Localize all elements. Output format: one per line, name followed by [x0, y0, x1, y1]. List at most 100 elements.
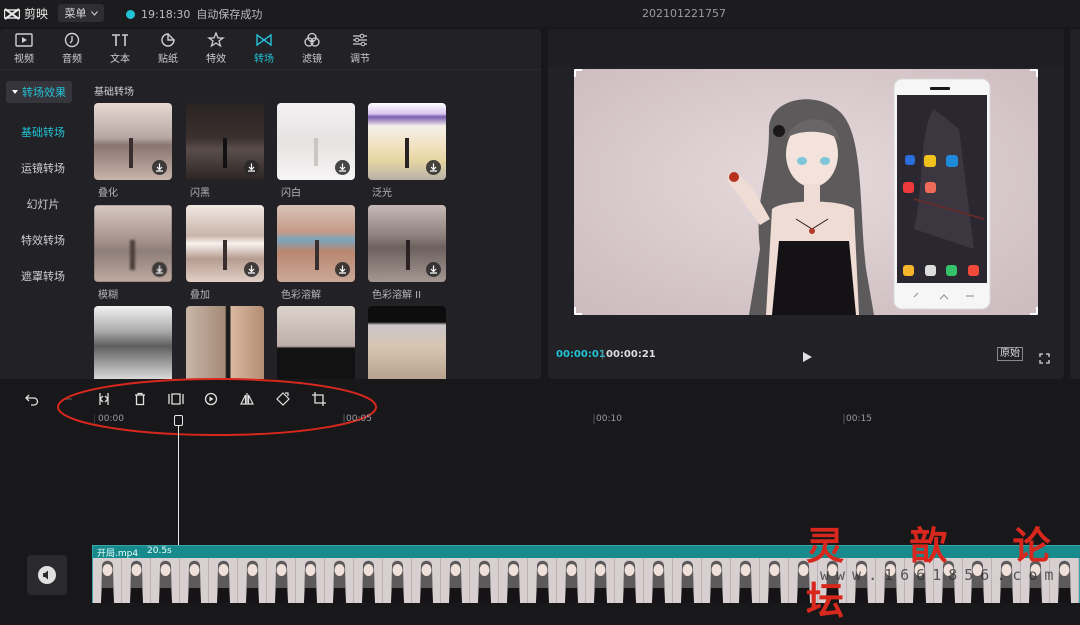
menu-button[interactable]: 菜单: [58, 4, 104, 22]
filter-icon: [304, 32, 320, 47]
sidebar-item-transition-effects[interactable]: 转场效果: [6, 81, 72, 103]
speaker-icon: [38, 566, 56, 584]
filmstrip-frame: [354, 558, 383, 603]
filmstrip-frame: [209, 558, 238, 603]
capcut-logo-icon: [4, 7, 20, 20]
thumbnail: [277, 103, 355, 180]
transition-thumb-row3-1[interactable]: [94, 306, 172, 379]
playhead-handle[interactable]: [174, 415, 183, 426]
preview-image: [574, 69, 1038, 315]
filmstrip-frame: [644, 558, 673, 603]
timeline-ruler[interactable]: [94, 412, 1080, 426]
filmstrip-frame: [557, 558, 586, 603]
transition-icon: [256, 33, 272, 47]
transition-thumb-row3-3[interactable]: [277, 306, 355, 379]
thumbnail: [368, 103, 446, 180]
mute-track-button[interactable]: [27, 555, 67, 595]
thumbnail: [368, 205, 446, 282]
text-icon: [112, 34, 128, 46]
filmstrip-frame: [615, 558, 644, 603]
undo-button[interactable]: [25, 391, 39, 410]
transition-thumb-dissolve[interactable]: [94, 103, 172, 180]
download-icon[interactable]: [244, 160, 259, 175]
filmstrip-frame: [673, 558, 702, 603]
preview-canvas[interactable]: [574, 69, 1038, 315]
transition-thumb-color-dissolve-2[interactable]: [368, 205, 446, 282]
sidebar-item-basic[interactable]: 基础转场: [0, 124, 86, 140]
chevron-down-icon: [90, 10, 98, 16]
sidebar-item-effect-transition[interactable]: 特效转场: [0, 232, 86, 248]
tab-text[interactable]: 文本: [96, 29, 144, 69]
filmstrip-frame: [93, 558, 122, 603]
filmstrip-frame: [383, 558, 412, 603]
divider: [0, 69, 541, 70]
tab-label: 调节: [350, 54, 370, 65]
save-text: 自动保存成功: [196, 8, 263, 21]
tab-filter[interactable]: 滤镜: [288, 29, 336, 69]
sidebar-item-camera[interactable]: 运镜转场: [0, 160, 86, 176]
tab-adjust[interactable]: 调节: [336, 29, 384, 69]
menu-label: 菜单: [64, 7, 87, 20]
filmstrip-frame: [180, 558, 209, 603]
tab-sticker[interactable]: 贴纸: [144, 29, 192, 69]
sidebar-item-slideshow[interactable]: 幻灯片: [0, 196, 86, 212]
transition-thumb-row3-2[interactable]: [186, 306, 264, 379]
download-icon[interactable]: [426, 262, 441, 277]
transition-thumb-row3-4[interactable]: [368, 306, 446, 379]
tab-effects[interactable]: 特效: [192, 29, 240, 69]
adjust-icon: [353, 33, 367, 47]
time-separator: |: [601, 349, 605, 360]
check-circle-icon: [126, 9, 135, 19]
tab-label: 文本: [110, 54, 130, 65]
filmstrip-frame: [238, 558, 267, 603]
category-sidebar: [0, 70, 80, 379]
app-logo: 剪映: [4, 5, 48, 22]
tab-audio[interactable]: 音频: [48, 29, 96, 69]
filmstrip-frame: [151, 558, 180, 603]
download-icon[interactable]: [335, 262, 350, 277]
filmstrip-frame: [702, 558, 731, 603]
aspect-ratio-button[interactable]: 原始: [997, 347, 1023, 361]
filmstrip-frame: [325, 558, 354, 603]
caret-down-icon: [12, 89, 18, 94]
transition-thumb-flash-black[interactable]: [186, 103, 264, 180]
tab-label: 视频: [14, 54, 34, 65]
transition-label: 色彩溶解 II: [372, 290, 422, 301]
tab-video[interactable]: 视频: [0, 29, 48, 69]
transition-label: 叠化: [98, 188, 118, 199]
sidebar-item-mask[interactable]: 遮罩转场: [0, 268, 86, 284]
download-icon[interactable]: [244, 262, 259, 277]
download-icon[interactable]: [152, 160, 167, 175]
play-button[interactable]: [801, 348, 813, 367]
thumbnail: [186, 103, 264, 180]
fullscreen-button[interactable]: [1039, 349, 1050, 368]
thumbnail: [277, 205, 355, 282]
tab-transition[interactable]: 转场: [240, 29, 288, 69]
transition-thumb-flash-white[interactable]: [277, 103, 355, 180]
tab-label: 音频: [62, 54, 82, 65]
thumbnail: [94, 103, 172, 180]
download-icon[interactable]: [335, 160, 350, 175]
filmstrip-frame: [122, 558, 151, 603]
project-title: 202101221757: [642, 7, 726, 20]
save-status: 19:18:30 自动保存成功: [126, 6, 262, 22]
transition-thumb-glow[interactable]: [368, 103, 446, 180]
transition-label: 闪黑: [190, 188, 210, 199]
filmstrip-frame: [760, 558, 789, 603]
save-time: 19:18:30: [141, 7, 191, 21]
transition-label: 闪白: [281, 188, 301, 199]
transition-thumb-blur[interactable]: [94, 205, 172, 282]
audio-icon: [64, 32, 80, 48]
transition-label: 模糊: [98, 290, 118, 301]
download-icon[interactable]: [152, 262, 167, 277]
transition-thumb-overlay[interactable]: [186, 205, 264, 282]
section-title: 基础转场: [94, 87, 134, 98]
download-icon[interactable]: [426, 160, 441, 175]
transition-thumb-color-dissolve[interactable]: [277, 205, 355, 282]
thumbnail: [186, 205, 264, 282]
tab-label: 滤镜: [302, 54, 322, 65]
play-icon: [803, 352, 812, 362]
sticker-icon: [161, 33, 175, 47]
filmstrip-frame: [528, 558, 557, 603]
filmstrip-frame: [470, 558, 499, 603]
